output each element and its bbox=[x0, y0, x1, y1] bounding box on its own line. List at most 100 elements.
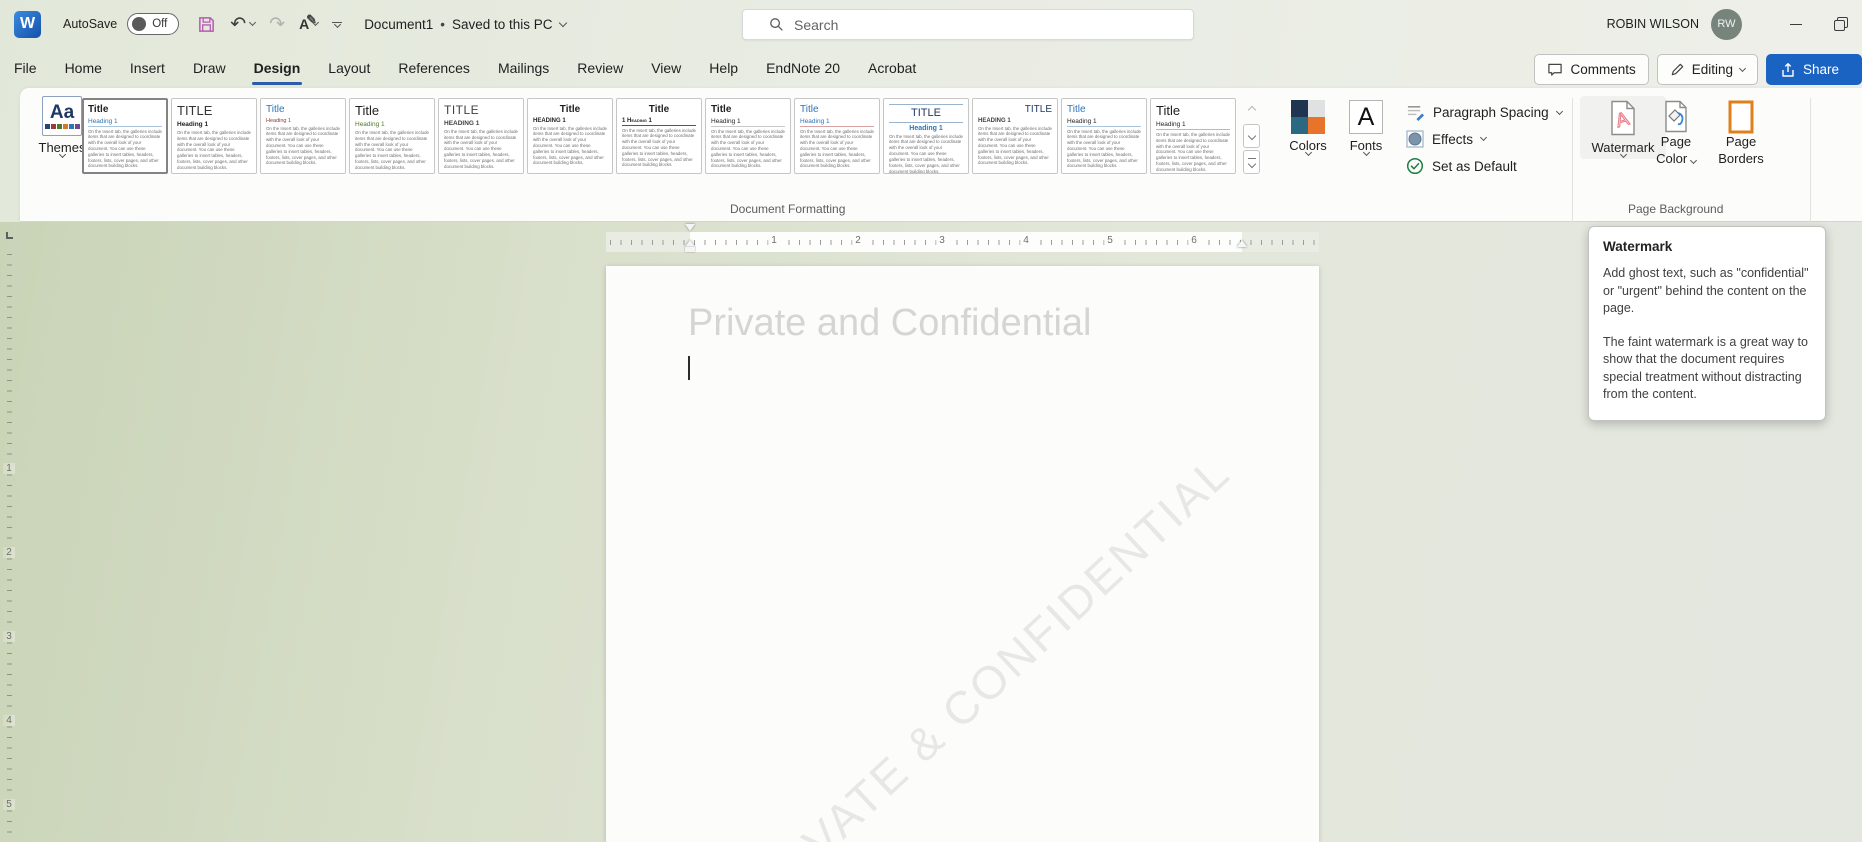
tab-acrobat[interactable]: Acrobat bbox=[854, 48, 930, 88]
tab-home[interactable]: Home bbox=[51, 48, 116, 88]
style-body: On the Insert tab, the galleries include… bbox=[889, 133, 963, 174]
style-set-thumbnail[interactable]: Title HEADING 1 On the Insert tab, the g… bbox=[527, 98, 613, 174]
word-window: W AutoSave Off ↶ ↷ A ✎ Document1 • Saved… bbox=[0, 0, 1862, 842]
search-input[interactable] bbox=[794, 16, 1124, 33]
style-set-thumbnail[interactable]: Title Heading 1 On the Insert tab, the g… bbox=[1061, 98, 1147, 174]
tab-draw[interactable]: Draw bbox=[179, 48, 240, 88]
colors-button[interactable]: Colors bbox=[1282, 100, 1334, 157]
tab-stop-selector[interactable] bbox=[2, 228, 17, 243]
chevron-down-icon bbox=[1304, 148, 1312, 157]
style-heading: HEADING 1 bbox=[444, 119, 480, 127]
document-title-menu[interactable]: Document1 • Saved to this PC bbox=[364, 17, 567, 32]
style-title: Title bbox=[355, 103, 380, 118]
page-color-label-line1: Page bbox=[1660, 134, 1692, 149]
restore-button[interactable] bbox=[1818, 0, 1862, 48]
ruler-ticks bbox=[610, 240, 1315, 245]
toggle-knob bbox=[132, 17, 147, 31]
page-color-label-line2: Color bbox=[1656, 150, 1688, 166]
ribbon-design: Aa Themes Title Heading 1 On the Insert … bbox=[20, 88, 1862, 278]
style-set-thumbnail[interactable]: TITLE HEADING 1 On the Insert tab, the g… bbox=[972, 98, 1058, 174]
redo-button[interactable]: ↷ bbox=[269, 15, 285, 34]
style-title: TITLE bbox=[1024, 104, 1052, 115]
minimize-icon bbox=[1790, 23, 1802, 25]
share-button[interactable]: Share bbox=[1766, 54, 1862, 85]
hanging-indent-marker[interactable] bbox=[685, 240, 695, 247]
ribbon-tab-row: File Home Insert Draw Design Layout Refe… bbox=[0, 48, 1862, 88]
horizontal-ruler[interactable]: 1 2 3 4 5 6 bbox=[606, 224, 1319, 252]
style-heading: 1 Heading 1 bbox=[622, 118, 696, 126]
customize-toolbar-button[interactable] bbox=[332, 20, 343, 28]
tab-review[interactable]: Review bbox=[563, 48, 637, 88]
style-set-thumbnail[interactable]: TITLE Heading 1 On the Insert tab, the g… bbox=[883, 98, 969, 174]
tab-references[interactable]: References bbox=[384, 48, 484, 88]
undo-button[interactable]: ↶ bbox=[230, 13, 257, 35]
ruler-number: 3 bbox=[936, 235, 948, 246]
gallery-scroll-controls bbox=[1243, 98, 1260, 174]
comments-button[interactable]: Comments bbox=[1534, 54, 1649, 85]
page-borders-label-line1: Page bbox=[1725, 134, 1757, 149]
chevron-up-icon bbox=[1247, 105, 1256, 115]
document-workspace: 1 2 3 4 5 6 1 2 3 4 5 Private and Confid… bbox=[0, 222, 1862, 842]
gallery-scroll-down-button[interactable] bbox=[1243, 124, 1260, 148]
style-set-thumbnail[interactable]: Title Heading 1 On the Insert tab, the g… bbox=[705, 98, 791, 174]
style-title: Title bbox=[88, 104, 109, 115]
minimize-button[interactable] bbox=[1774, 0, 1818, 48]
user-name[interactable]: ROBIN WILSON bbox=[1607, 17, 1699, 31]
style-set-thumbnail[interactable]: Title Heading 1 On the Insert tab, the g… bbox=[349, 98, 435, 174]
style-set-thumbnail[interactable]: Title Heading 1 On the Insert tab, the g… bbox=[1150, 98, 1236, 174]
style-set-thumbnail[interactable]: Title 1 Heading 1 On the Insert tab, the… bbox=[616, 98, 702, 174]
style-body: On the Insert tab, the galleries include… bbox=[444, 128, 518, 169]
tab-help[interactable]: Help bbox=[695, 48, 752, 88]
fonts-button[interactable]: A Fonts bbox=[1340, 100, 1392, 157]
tab-design[interactable]: Design bbox=[240, 48, 315, 88]
tab-insert[interactable]: Insert bbox=[116, 48, 179, 88]
effects-button[interactable]: Effects bbox=[1406, 130, 1562, 148]
search-bar[interactable] bbox=[742, 9, 1194, 40]
tab-mailings[interactable]: Mailings bbox=[484, 48, 563, 88]
undo-icon: ↶ bbox=[230, 13, 247, 35]
document-page[interactable]: Private and Confidential PRIVATE & CONFI… bbox=[606, 266, 1319, 842]
tab-view[interactable]: View bbox=[637, 48, 695, 88]
vertical-ruler[interactable]: 1 2 3 4 5 bbox=[3, 254, 15, 842]
tab-file[interactable]: File bbox=[0, 48, 51, 88]
style-body: On the Insert tab, the galleries include… bbox=[177, 129, 251, 170]
left-tab-icon bbox=[6, 232, 13, 239]
style-body: On the Insert tab, the galleries include… bbox=[266, 125, 340, 166]
avatar[interactable]: RW bbox=[1711, 8, 1742, 40]
tooltip-paragraph: Add ghost text, such as "confidential" o… bbox=[1603, 266, 1809, 315]
style-heading: Heading 1 bbox=[355, 120, 385, 128]
style-title: Title bbox=[559, 104, 581, 115]
save-button[interactable] bbox=[197, 15, 216, 34]
tab-endnote[interactable]: EndNote 20 bbox=[752, 48, 854, 88]
editing-mode-button[interactable]: Editing bbox=[1656, 54, 1758, 85]
page-borders-button[interactable]: Page Borders bbox=[1708, 96, 1774, 170]
gallery-scroll-up-button[interactable] bbox=[1243, 98, 1260, 122]
watermark-text: PRIVATE & CONFIDENTIAL bbox=[729, 445, 1241, 842]
style-set-thumbnail[interactable]: Title Heading 1 On the Insert tab, the g… bbox=[794, 98, 880, 174]
ruler-number: 5 bbox=[3, 799, 15, 810]
paragraph-spacing-button[interactable]: Paragraph Spacing bbox=[1406, 104, 1563, 121]
style-heading: Heading 1 bbox=[909, 124, 943, 132]
autosave-toggle[interactable]: Off bbox=[127, 13, 180, 35]
gallery-expand-button[interactable] bbox=[1243, 150, 1260, 174]
tab-layout[interactable]: Layout bbox=[314, 48, 384, 88]
set-as-default-button[interactable]: Set as Default bbox=[1406, 157, 1562, 175]
left-indent-marker[interactable] bbox=[685, 247, 695, 252]
themes-icon: Aa bbox=[42, 96, 82, 136]
style-heading: Heading 1 bbox=[88, 118, 162, 127]
style-set-thumbnail[interactable]: TITLE HEADING 1 On the Insert tab, the g… bbox=[438, 98, 524, 174]
right-indent-marker[interactable] bbox=[1237, 240, 1247, 247]
redo-icon: ↷ bbox=[269, 13, 286, 35]
pen-tool-button[interactable]: A ✎ bbox=[299, 12, 320, 32]
style-set-thumbnail[interactable]: Title Heading 1 On the Insert tab, the g… bbox=[260, 98, 346, 174]
style-set-thumbnail[interactable]: TITLE Heading 1 On the Insert tab, the g… bbox=[171, 98, 257, 174]
word-logo-icon[interactable]: W bbox=[14, 10, 41, 38]
ruler-number: 6 bbox=[1188, 235, 1200, 246]
ribbon-right-actions: Comments Editing Share bbox=[1534, 54, 1862, 85]
first-line-indent-marker[interactable] bbox=[685, 224, 695, 231]
save-icon bbox=[199, 16, 215, 32]
page-borders-label-line2: Borders bbox=[1718, 150, 1764, 166]
fonts-a-glyph: A bbox=[1357, 102, 1375, 131]
style-set-thumbnail[interactable]: Title Heading 1 On the Insert tab, the g… bbox=[82, 98, 168, 174]
page-color-button[interactable]: Page Color bbox=[1646, 96, 1706, 170]
